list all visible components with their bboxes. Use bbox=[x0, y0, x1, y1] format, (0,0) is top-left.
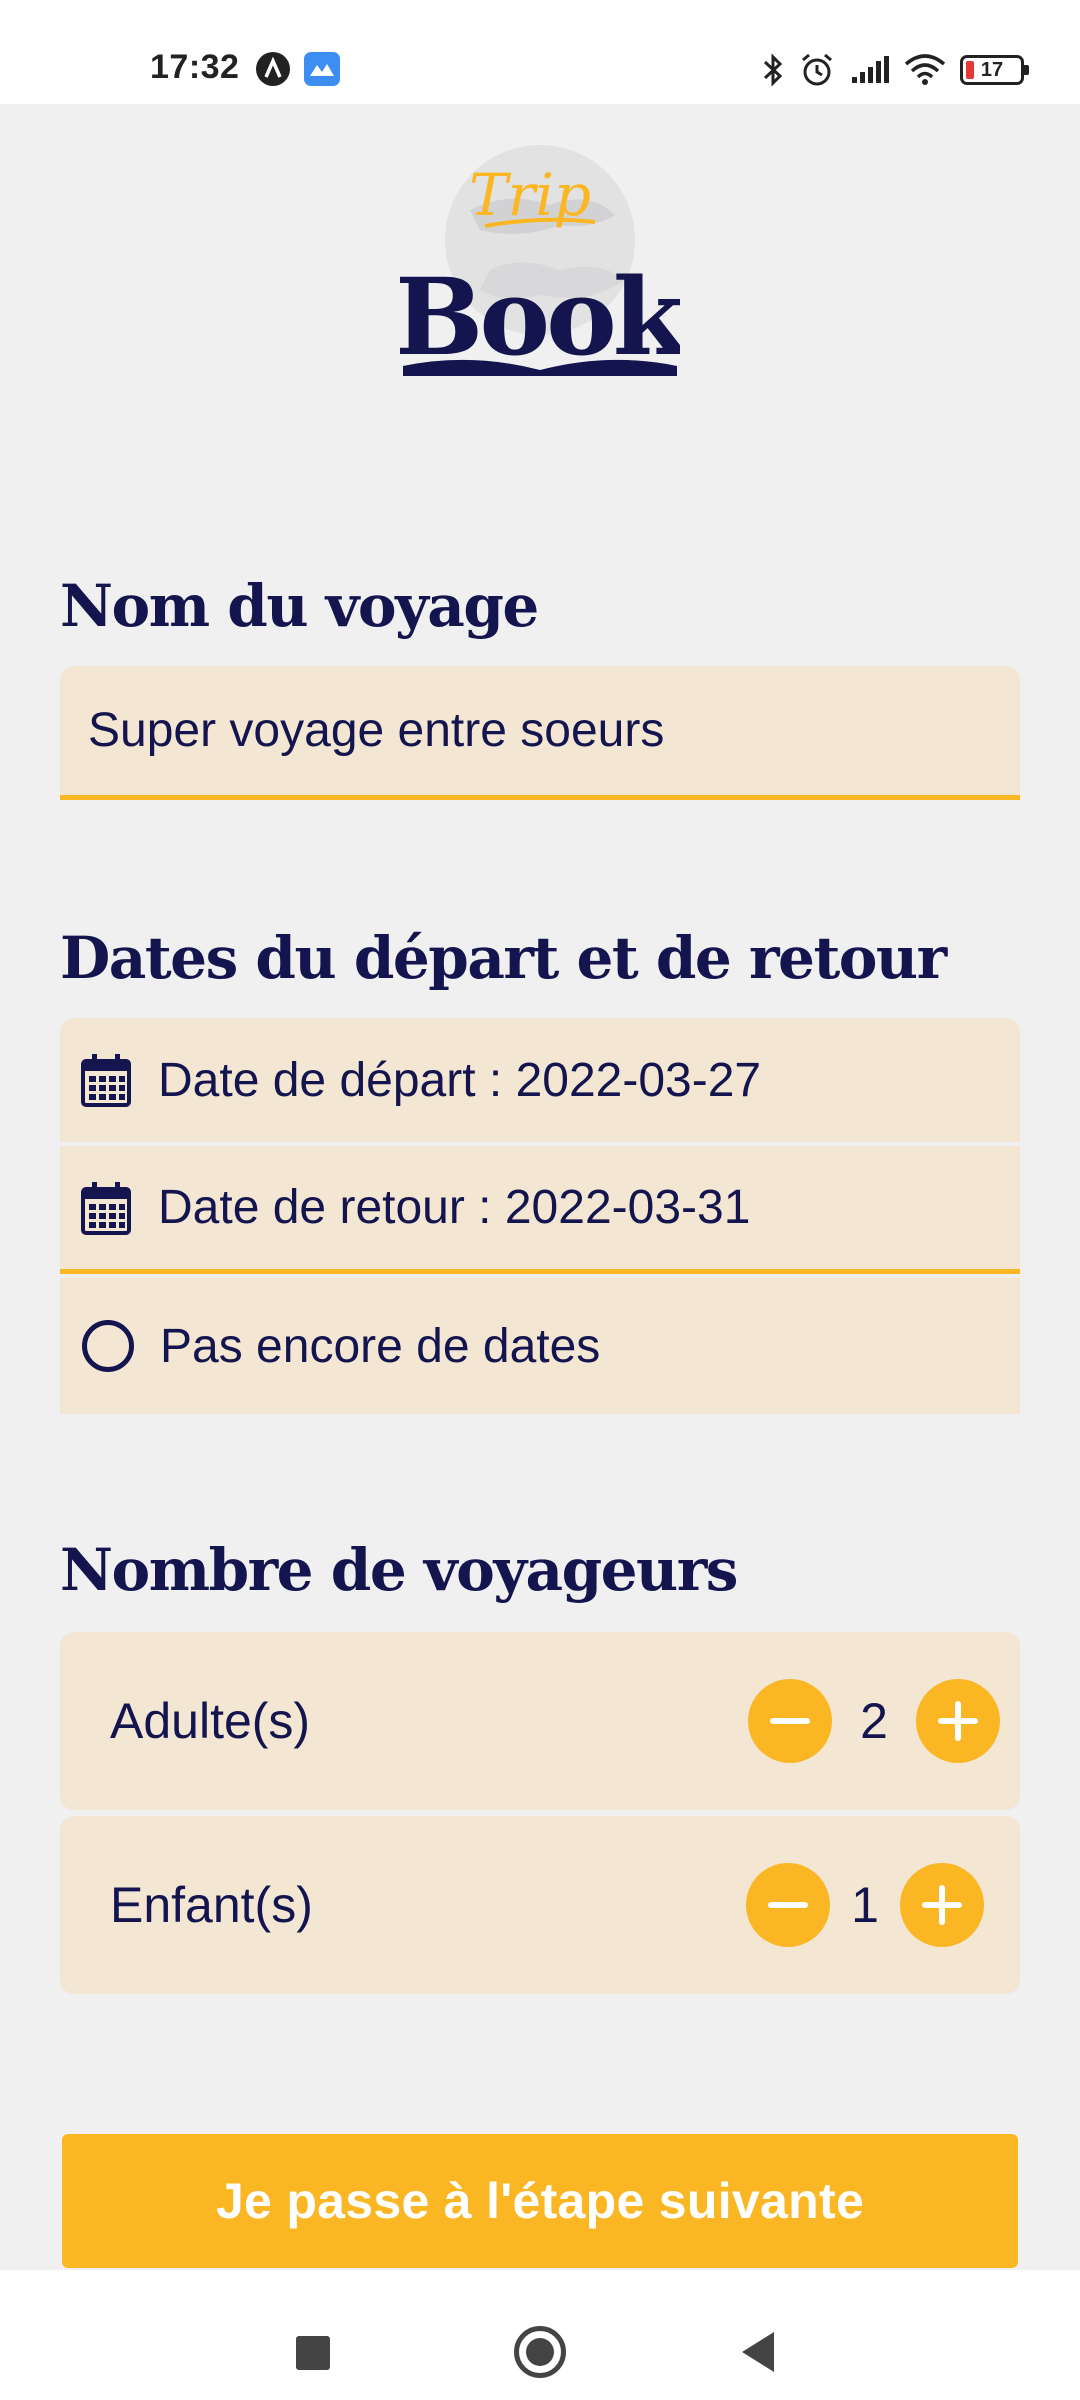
system-nav-bar bbox=[0, 2270, 1080, 2400]
dates-title: Dates du départ et de retour bbox=[60, 924, 947, 992]
minus-icon bbox=[770, 1718, 810, 1724]
departure-date-field[interactable]: Date de départ : 2022-03-27 bbox=[60, 1018, 1020, 1142]
no-dates-radio[interactable] bbox=[82, 1320, 134, 1372]
back-icon[interactable] bbox=[742, 2332, 774, 2372]
no-dates-option[interactable]: Pas encore de dates bbox=[60, 1278, 1020, 1414]
minus-icon bbox=[768, 1902, 808, 1908]
signal-icon bbox=[852, 56, 889, 83]
status-time: 17:32 bbox=[150, 48, 240, 86]
children-card: Enfant(s) 1 bbox=[60, 1816, 1020, 1994]
app-a-icon bbox=[256, 52, 290, 86]
adults-stepper: 2 bbox=[748, 1679, 1000, 1763]
status-icons: 17 bbox=[762, 50, 1029, 90]
departure-date-label: Date de départ : 2022-03-27 bbox=[158, 1053, 762, 1107]
trip-name-title: Nom du voyage bbox=[60, 572, 539, 640]
next-step-button[interactable]: Je passe à l'étape suivante bbox=[62, 2134, 1018, 2268]
children-stepper: 1 bbox=[746, 1863, 984, 1947]
adults-increment-button[interactable] bbox=[916, 1679, 1000, 1763]
children-label: Enfant(s) bbox=[110, 1877, 313, 1933]
recent-apps-icon[interactable] bbox=[296, 2336, 330, 2370]
travelers-title: Nombre de voyageurs bbox=[60, 1536, 738, 1604]
plus-icon-vertical bbox=[939, 1885, 945, 1925]
alarm-icon bbox=[802, 53, 832, 86]
children-increment-button[interactable] bbox=[900, 1863, 984, 1947]
battery-icon: 17 bbox=[960, 55, 1029, 85]
adults-card: Adulte(s) 2 bbox=[60, 1632, 1020, 1810]
adults-count: 2 bbox=[860, 1693, 888, 1749]
children-decrement-button[interactable] bbox=[746, 1863, 830, 1947]
svg-text:Book: Book bbox=[400, 254, 680, 379]
wifi-icon bbox=[904, 54, 946, 85]
return-date-field[interactable]: Date de retour : 2022-03-31 bbox=[60, 1146, 1020, 1274]
adults-decrement-button[interactable] bbox=[748, 1679, 832, 1763]
tripbook-logo: Trip Book bbox=[394, 130, 693, 400]
plus-icon-vertical bbox=[955, 1701, 961, 1741]
adults-label: Adulte(s) bbox=[110, 1693, 311, 1749]
app-photos-icon bbox=[304, 52, 340, 86]
children-count: 1 bbox=[851, 1877, 879, 1933]
calendar-icon bbox=[81, 1181, 131, 1235]
bluetooth-icon bbox=[763, 53, 783, 87]
trip-name-input[interactable]: Super voyage entre soeurs bbox=[60, 666, 1020, 800]
return-date-label: Date de retour : 2022-03-31 bbox=[158, 1181, 751, 1234]
status-bar: 17:32 17 bbox=[0, 0, 1080, 104]
battery-level: 17 bbox=[980, 58, 1004, 81]
no-dates-label: Pas encore de dates bbox=[160, 1319, 601, 1373]
home-icon[interactable] bbox=[514, 2326, 566, 2378]
calendar-icon bbox=[81, 1054, 131, 1107]
